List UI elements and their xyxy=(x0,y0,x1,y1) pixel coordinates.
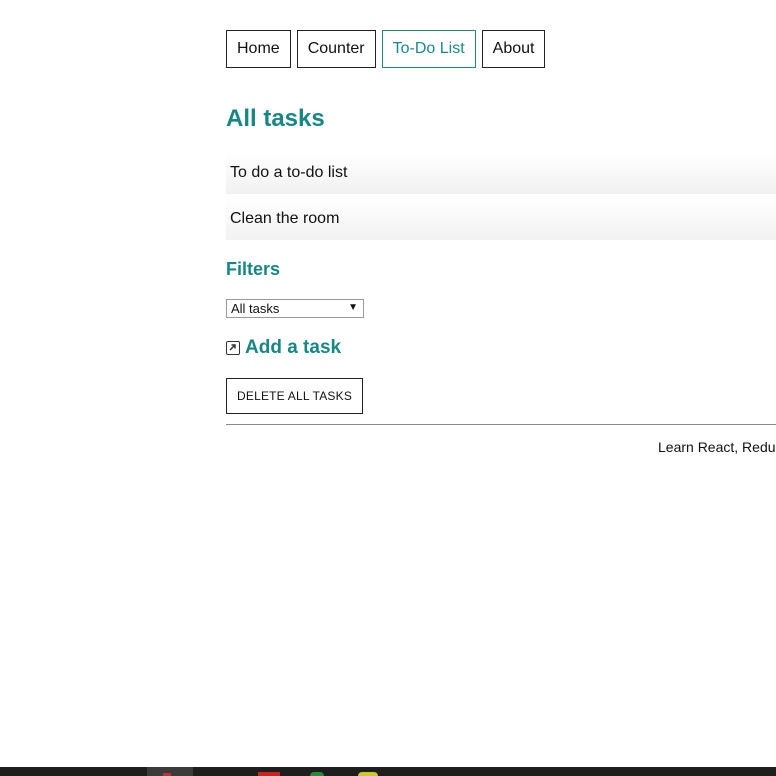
nav-todo-list-button[interactable]: To-Do List xyxy=(381,30,476,68)
filters-heading: Filters xyxy=(226,259,281,279)
nav-counter-button[interactable]: Counter xyxy=(296,30,376,68)
taskbar-app-icon[interactable] xyxy=(258,772,280,776)
os-taskbar xyxy=(0,767,776,776)
nav-about-button[interactable]: About xyxy=(481,30,546,68)
task-item[interactable]: To do a to-do list xyxy=(226,152,776,194)
add-task-label: Add a task xyxy=(245,337,342,358)
task-list: To do a to-do list Clean the room xyxy=(226,152,776,244)
add-task-toggle[interactable]: Add a task xyxy=(226,337,341,359)
filter-select[interactable]: All tasks ▼ xyxy=(226,299,364,318)
page: Home Counter To-Do List About All tasks … xyxy=(0,0,776,776)
taskbar-app-icon[interactable] xyxy=(358,772,378,776)
delete-all-tasks-button[interactable]: DELETE ALL TASKS xyxy=(226,378,364,414)
external-link-icon xyxy=(226,341,240,355)
footer-divider xyxy=(226,424,776,425)
task-item[interactable]: Clean the room xyxy=(226,198,776,240)
taskbar-app-icon[interactable] xyxy=(310,772,324,776)
filter-selected-value: All tasks xyxy=(231,301,280,316)
footer-text: Learn React, Redu xyxy=(658,439,776,455)
dropdown-arrow-icon: ▼ xyxy=(348,302,358,313)
nav-home-button[interactable]: Home xyxy=(226,30,291,68)
page-title: All tasks xyxy=(226,105,325,132)
top-nav: Home Counter To-Do List About xyxy=(226,30,546,68)
